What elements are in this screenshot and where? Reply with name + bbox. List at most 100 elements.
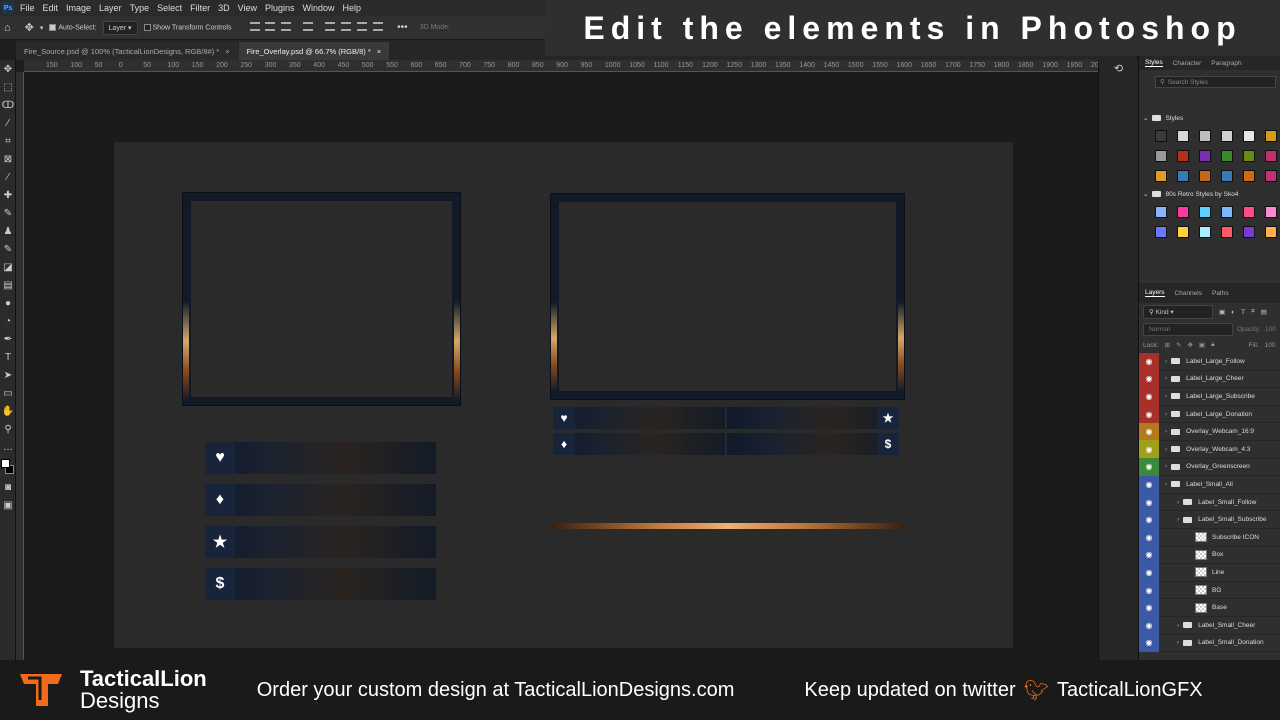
align-left-icon[interactable] (325, 22, 336, 31)
lock-paint-icon[interactable]: ✎ (1176, 341, 1181, 349)
eraser-tool-icon[interactable]: ◪ (0, 258, 16, 276)
style-swatch[interactable] (1199, 150, 1211, 162)
chevron-right-icon[interactable]: › (1165, 393, 1167, 400)
chevron-right-icon[interactable]: › (1165, 428, 1167, 435)
menu-layer[interactable]: Layer (95, 3, 126, 13)
fill-value[interactable]: 100 (1265, 342, 1276, 349)
style-swatch[interactable] (1155, 206, 1167, 218)
chevron-right-icon[interactable]: › (1165, 411, 1167, 418)
marquee-tool-icon[interactable]: ⬚ (0, 78, 16, 96)
stamp-tool-icon[interactable]: ♟ (0, 222, 16, 240)
layer-row[interactable]: ◉ Subscribe ICON (1139, 528, 1280, 547)
panel-tab-layers[interactable]: Layers (1145, 289, 1165, 297)
menu-edit[interactable]: Edit (39, 3, 63, 13)
visibility-eye-icon[interactable]: ◉ (1139, 475, 1159, 494)
pen-tool-icon[interactable]: ✒ (0, 330, 16, 348)
layer-row[interactable]: ◉ › Overlay_Webcam_4:3 (1139, 440, 1280, 459)
style-swatch[interactable] (1265, 206, 1277, 218)
lock-all-icon[interactable]: 🔒︎ (1211, 341, 1214, 349)
style-swatch[interactable] (1155, 226, 1167, 238)
visibility-eye-icon[interactable]: ◉ (1139, 422, 1159, 441)
menu-window[interactable]: Window (299, 3, 339, 13)
label-drop[interactable]: ♦ (553, 433, 725, 455)
style-swatch[interactable] (1243, 226, 1255, 238)
style-swatch[interactable] (1199, 170, 1211, 182)
visibility-eye-icon[interactable]: ◉ (1139, 546, 1159, 564)
lock-pixels-icon[interactable]: ⊞ (1165, 341, 1170, 349)
layer-row[interactable]: ◉ Line (1139, 563, 1280, 582)
layer-row[interactable]: ◉ › Label_Large_Cheer (1139, 370, 1280, 389)
style-swatch[interactable] (1199, 226, 1211, 238)
visibility-eye-icon[interactable]: ◉ (1139, 352, 1159, 371)
panel-tab-paths[interactable]: Paths (1212, 290, 1229, 297)
chevron-right-icon[interactable]: › (1177, 639, 1179, 646)
chevron-right-icon[interactable]: › (1165, 375, 1167, 382)
small-label-star[interactable]: ★ (205, 526, 436, 558)
layer-row[interactable]: ◉ › Label_Small_All (1139, 475, 1280, 494)
layer-row[interactable]: ◉ BG (1139, 581, 1280, 600)
visibility-eye-icon[interactable]: ◉ (1139, 510, 1159, 529)
show-transform-checkbox[interactable]: Show Transform Controls (143, 23, 232, 31)
close-icon[interactable]: × (377, 47, 381, 56)
layer-row[interactable]: ◉ › Label_Small_Follow (1139, 493, 1280, 512)
small-label-drop[interactable]: ♦ (205, 484, 436, 516)
chevron-right-icon[interactable]: › (1165, 358, 1167, 365)
visibility-eye-icon[interactable]: ◉ (1139, 616, 1159, 634)
color-swatches[interactable] (0, 456, 15, 478)
style-swatch[interactable] (1221, 226, 1233, 238)
chevron-right-icon[interactable]: › (1165, 481, 1167, 488)
visibility-eye-icon[interactable]: ◉ (1139, 370, 1159, 388)
crop-tool-icon[interactable]: ⌗ (0, 132, 16, 150)
photoshop-logo-icon[interactable]: Ps (2, 2, 14, 14)
opacity-value[interactable]: 100 (1265, 326, 1276, 333)
chevron-right-icon[interactable]: › (1177, 499, 1179, 506)
style-swatch[interactable] (1243, 150, 1255, 162)
style-swatch[interactable] (1155, 130, 1167, 142)
layer-row[interactable]: ◉ › Label_Small_Donation (1139, 634, 1280, 653)
style-swatch[interactable] (1199, 206, 1211, 218)
retro-styles-group[interactable]: ⌄ 80s Retro Styles by Sko4 (1139, 186, 1280, 202)
more-tools-icon[interactable]: … (0, 438, 16, 456)
greenscreen-fire-line[interactable] (552, 523, 904, 529)
small-label-heart[interactable]: ♥ (205, 442, 436, 474)
chevron-right-icon[interactable]: › (1177, 516, 1179, 523)
distribute-icon[interactable] (303, 22, 314, 31)
visibility-eye-icon[interactable]: ◉ (1139, 634, 1159, 652)
filter-pixel-icon[interactable]: ▣ (1219, 308, 1225, 316)
auto-select-dropdown[interactable]: Layer ▾ (102, 20, 138, 35)
zoom-tool-icon[interactable]: ⚲ (0, 420, 16, 438)
hand-tool-icon[interactable]: ✋ (0, 402, 16, 420)
chevron-right-icon[interactable]: › (1177, 622, 1179, 629)
style-swatch[interactable] (1265, 150, 1277, 162)
quick-mask-icon[interactable]: ◙ (0, 478, 16, 496)
healing-tool-icon[interactable]: ✚ (0, 186, 16, 204)
label-dollar[interactable]: $ (727, 433, 899, 455)
kind-filter-dropdown[interactable]: ⚲ Kind ▾ (1143, 305, 1213, 319)
style-swatch[interactable] (1265, 170, 1277, 182)
style-swatch[interactable] (1265, 130, 1277, 142)
menu-help[interactable]: Help (339, 3, 366, 13)
visibility-eye-icon[interactable]: ◉ (1139, 493, 1159, 511)
dodge-tool-icon[interactable]: ◔ (0, 312, 16, 330)
label-heart[interactable]: ♥ (553, 407, 725, 429)
move-tool-icon[interactable]: ✥ (25, 21, 34, 34)
small-label-dollar[interactable]: $ (205, 568, 436, 600)
filter-shape-icon[interactable]: ⌗ (1251, 308, 1255, 316)
style-swatch[interactable] (1243, 170, 1255, 182)
style-swatch[interactable] (1177, 170, 1189, 182)
layer-row[interactable]: ◉ › Label_Small_Subscribe (1139, 510, 1280, 529)
style-swatch[interactable] (1199, 130, 1211, 142)
align-center-icon[interactable] (341, 22, 352, 31)
layer-row[interactable]: ◉ › Label_Large_Donation (1139, 405, 1280, 424)
visibility-eye-icon[interactable]: ◉ (1139, 581, 1159, 599)
document-tab[interactable]: Fire_Source.psd @ 100% (TacticalLionDesi… (16, 42, 238, 60)
lock-artboard-icon[interactable]: ▣ (1199, 341, 1205, 349)
chevron-right-icon[interactable]: › (1165, 463, 1167, 470)
style-swatch[interactable] (1221, 150, 1233, 162)
visibility-eye-icon[interactable]: ◉ (1139, 440, 1159, 459)
home-icon[interactable]: ⌂ (4, 22, 11, 34)
shape-tool-icon[interactable]: ▭ (0, 384, 16, 402)
visibility-eye-icon[interactable]: ◉ (1139, 563, 1159, 582)
foreground-color-swatch[interactable] (1, 459, 10, 468)
blur-tool-icon[interactable]: ● (0, 294, 16, 312)
